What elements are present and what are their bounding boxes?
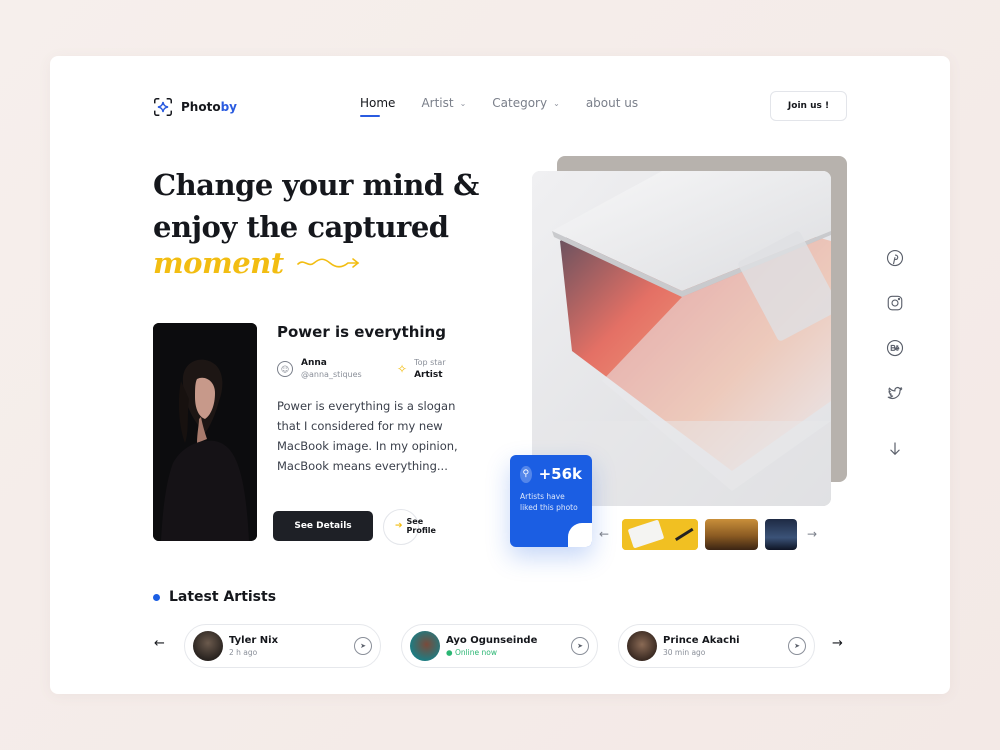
nav-about[interactable]: about us [586,96,638,110]
avatar [193,631,223,661]
arrow-down-icon[interactable] [886,440,904,458]
nav-category[interactable]: Category ⌄ [492,96,560,110]
send-icon[interactable]: ➤ [788,637,806,655]
featured-author[interactable]: ☺ Anna @anna_stiques [277,357,362,381]
behance-icon[interactable] [886,339,904,357]
twitter-icon[interactable] [886,384,904,402]
artist-status: 30 min ago [663,647,706,657]
hero-line-1: Change your mind & [153,168,479,202]
badge-value: Artist [414,370,443,380]
hero-line-2: enjoy the captured [153,210,449,244]
gallery-thumb-sunset[interactable] [705,519,758,550]
send-icon[interactable]: ➤ [354,637,372,655]
latest-artists-title: Latest Artists [169,589,277,605]
avatar [410,631,440,661]
artist-status: ● Online now [446,647,497,657]
top-star-badge: ✧ Top star Artist [397,357,446,381]
artist-name: Prince Akachi [663,634,740,646]
pinterest-icon[interactable] [886,249,904,267]
squiggle-arrow-icon [296,258,359,268]
see-details-button[interactable]: See Details [273,511,373,541]
featured-portrait-image[interactable] [153,323,257,541]
featured-description: Power is everything is a slogan that I c… [277,399,458,473]
author-handle: @anna_stiques [301,370,362,379]
gallery-next-arrow-icon[interactable]: → [807,527,817,541]
avatar [627,631,657,661]
search-user-icon: ⚲ [520,465,532,483]
main-card: Photoby Home Artist ⌄ Category ⌄ about us … [50,56,950,694]
likes-stat-card: ⚲ +56k Artists have liked this photo [510,455,592,547]
author-name: Anna [301,358,327,368]
focus-sparkle-icon [154,98,172,116]
see-profile-label: See Profile [406,517,436,535]
artist-card[interactable]: Prince Akachi 30 min ago ➤ [618,624,815,668]
arrow-right-icon: ➔ [395,521,403,531]
join-button[interactable]: Join us ! [770,91,847,121]
likes-description: Artists have liked this photo [520,492,578,512]
send-icon[interactable]: ➤ [571,637,589,655]
brand-name: Photoby [181,100,237,114]
brand-logo[interactable]: Photoby [152,96,237,118]
artist-name: Tyler Nix [229,634,279,646]
nav-home[interactable]: Home [360,96,395,117]
hero-title: Change your mind & enjoy the captured [153,164,493,248]
artists-prev-arrow-icon[interactable]: ← [154,636,165,651]
artist-card[interactable]: Tyler Nix 2 h ago ➤ [184,624,381,668]
gallery-prev-arrow-icon[interactable]: ← [599,527,609,541]
main-nav: Home Artist ⌄ Category ⌄ about us [360,96,638,117]
instagram-icon[interactable] [886,294,904,312]
see-profile-button[interactable]: ➔ See Profile [383,509,447,545]
chevron-down-icon: ⌄ [553,98,560,108]
chevron-down-icon: ⌄ [459,98,467,108]
artist-name: Ayo Ogunseinde [446,634,538,646]
likes-count: +56k [538,465,582,483]
user-icon: ☺ [277,361,293,377]
gallery-thumb-desk[interactable] [622,519,698,550]
nav-artist[interactable]: Artist ⌄ [421,96,466,110]
portrait-illustration [153,323,257,541]
artist-card[interactable]: Ayo Ogunseinde ● Online now ➤ [401,624,598,668]
featured-title: Power is everything [277,323,446,341]
sparkle-star-icon: ✧ [397,362,408,376]
hero-highlight-text: moment [153,246,284,280]
badge-label: Top star [414,358,446,367]
artists-next-arrow-icon[interactable]: → [832,636,843,651]
latest-artists-heading: Latest Artists [153,589,276,605]
section-dot [153,593,160,601]
card-fold-decoration [568,523,592,547]
hero-highlight: moment [153,246,362,280]
desk-thumb-illustration [622,519,698,550]
artist-status: 2 h ago [229,647,258,657]
gallery-thumb-night[interactable] [765,519,797,550]
